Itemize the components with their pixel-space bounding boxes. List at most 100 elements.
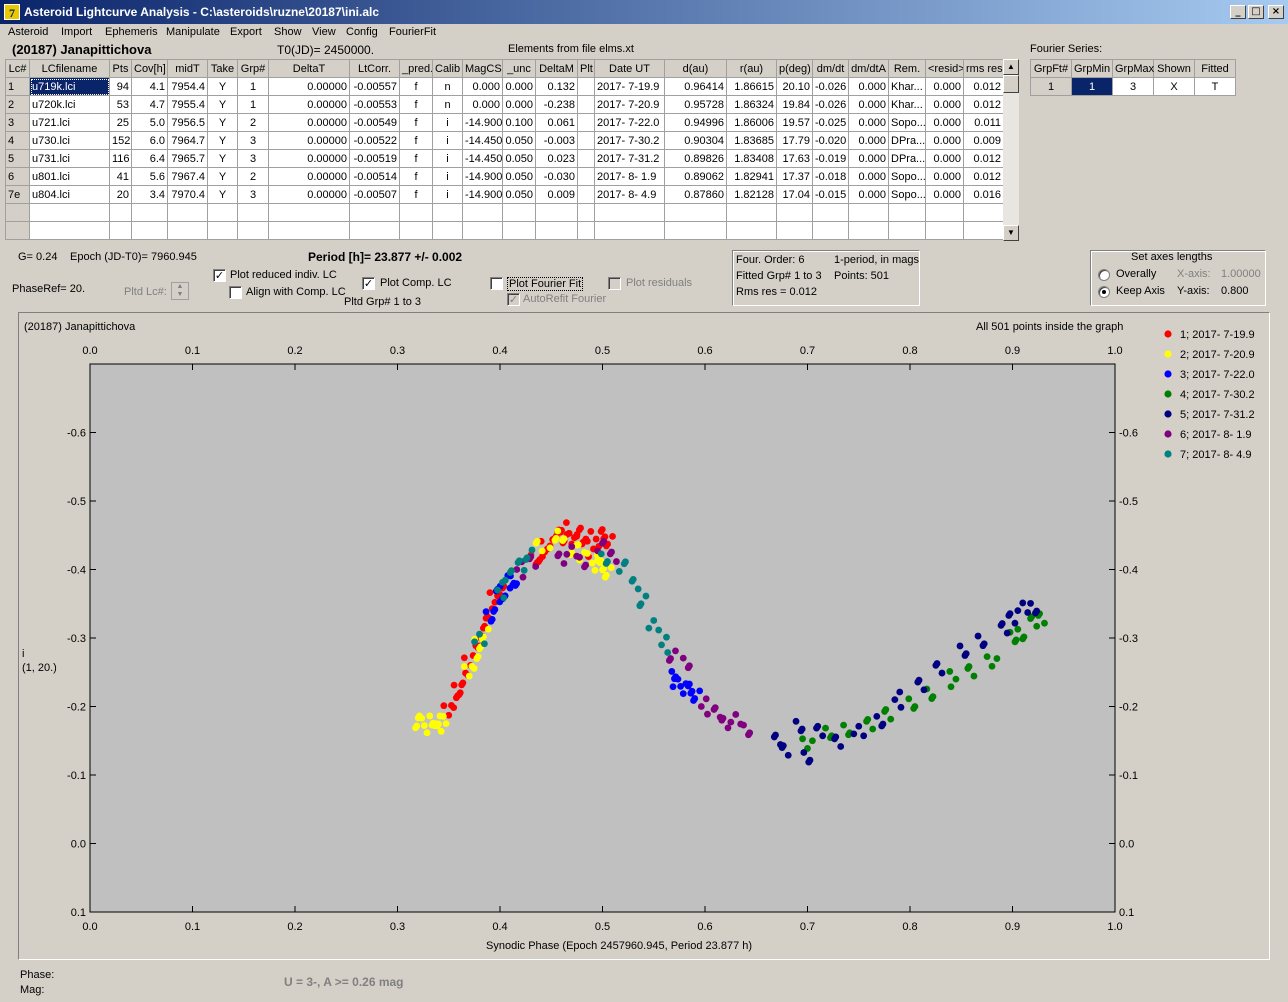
table-cell[interactable]: 0.000 — [848, 113, 889, 132]
table-cell[interactable]: 0.00000 — [268, 167, 350, 186]
table-cell[interactable] — [577, 131, 595, 150]
table-cell[interactable]: 0.016 — [963, 185, 1004, 204]
table-cell[interactable]: u804.lci — [29, 185, 110, 204]
table-cell[interactable]: -0.026 — [812, 95, 849, 114]
column-header[interactable]: LCfilename — [29, 59, 110, 78]
column-header[interactable]: LtCorr. — [349, 59, 400, 78]
table-cell[interactable]: 0.132 — [535, 77, 578, 96]
table-cell[interactable] — [812, 221, 849, 240]
x-axis-value[interactable]: 1.00000 — [1221, 268, 1261, 280]
table-cell[interactable]: 94 — [109, 77, 132, 96]
column-header[interactable]: r(au) — [726, 59, 777, 78]
table-cell[interactable]: DPra... — [888, 149, 926, 168]
fourier-cell[interactable]: 1 — [1030, 77, 1072, 96]
table-cell[interactable]: 0.011 — [963, 113, 1004, 132]
fourier-cell[interactable]: X — [1153, 77, 1195, 96]
table-cell[interactable]: 0.000 — [462, 77, 503, 96]
menu-manipulate[interactable]: Manipulate — [166, 26, 220, 38]
table-cell[interactable] — [726, 221, 777, 240]
scroll-up-icon[interactable]: ▲ — [1003, 59, 1019, 75]
row-header-cell[interactable]: 2 — [5, 95, 30, 114]
table-cell[interactable] — [131, 221, 168, 240]
table-cell[interactable] — [268, 221, 350, 240]
table-cell[interactable] — [888, 203, 926, 222]
table-cell[interactable]: -0.00549 — [349, 113, 400, 132]
column-header[interactable]: _unc — [502, 59, 536, 78]
table-cell[interactable]: 3 — [237, 185, 269, 204]
menu-view[interactable]: View — [312, 26, 336, 38]
table-cell[interactable]: 6.4 — [131, 149, 168, 168]
table-cell[interactable] — [207, 221, 238, 240]
table-cell[interactable]: Y — [207, 95, 238, 114]
table-cell[interactable] — [237, 221, 269, 240]
table-cell[interactable]: 2017- 7-22.0 — [594, 113, 665, 132]
table-cell[interactable]: n — [432, 95, 463, 114]
table-cell[interactable]: 2017- 7-19.9 — [594, 77, 665, 96]
table-cell[interactable]: 0.000 — [848, 167, 889, 186]
column-header[interactable]: Plt — [577, 59, 595, 78]
table-cell[interactable] — [502, 221, 536, 240]
column-header[interactable]: dm/dt — [812, 59, 849, 78]
table-cell[interactable]: -0.00519 — [349, 149, 400, 168]
table-cell[interactable]: 1 — [237, 95, 269, 114]
table-cell[interactable]: 0.000 — [925, 149, 964, 168]
table-cell[interactable]: 17.79 — [776, 131, 813, 150]
table-cell[interactable] — [594, 221, 665, 240]
row-header-cell[interactable]: 5 — [5, 149, 30, 168]
column-header[interactable]: Lc# — [5, 59, 30, 78]
table-cell[interactable] — [131, 203, 168, 222]
table-cell[interactable]: 0.012 — [963, 149, 1004, 168]
table-cell[interactable]: Y — [207, 131, 238, 150]
table-cell[interactable] — [29, 203, 110, 222]
table-cell[interactable]: Khar... — [888, 77, 926, 96]
table-cell[interactable]: 2017- 7-20.9 — [594, 95, 665, 114]
table-cell[interactable]: f — [399, 113, 433, 132]
table-cell[interactable]: 0.012 — [963, 167, 1004, 186]
table-cell[interactable] — [577, 221, 595, 240]
table-cell[interactable] — [577, 95, 595, 114]
table-cell[interactable]: u721.lci — [29, 113, 110, 132]
table-cell[interactable]: f — [399, 95, 433, 114]
table-cell[interactable]: Khar... — [888, 95, 926, 114]
table-cell[interactable]: 1.82128 — [726, 185, 777, 204]
table-cell[interactable]: 0.100 — [502, 113, 536, 132]
table-cell[interactable] — [812, 203, 849, 222]
fourier-row[interactable]: 113XT — [1030, 77, 1236, 96]
table-cell[interactable]: 2 — [237, 167, 269, 186]
table-cell[interactable]: 0.00000 — [268, 131, 350, 150]
keep-axis-radio[interactable] — [1098, 286, 1110, 298]
table-cell[interactable]: 25 — [109, 113, 132, 132]
table-cell[interactable] — [963, 221, 1004, 240]
table-cell[interactable]: Sopo... — [888, 185, 926, 204]
plot-comp-checkbox[interactable]: ✓ — [362, 277, 375, 290]
table-cell[interactable]: 7964.7 — [167, 131, 208, 150]
table-cell[interactable] — [577, 113, 595, 132]
table-cell[interactable] — [207, 203, 238, 222]
table-cell[interactable]: 3 — [237, 149, 269, 168]
table-cell[interactable]: -14.450 — [462, 149, 503, 168]
table-cell[interactable]: DPra... — [888, 131, 926, 150]
table-cell[interactable]: -0.015 — [812, 185, 849, 204]
row-header-cell[interactable]: 3 — [5, 113, 30, 132]
table-cell[interactable]: 0.023 — [535, 149, 578, 168]
menu-export[interactable]: Export — [230, 26, 262, 38]
table-cell[interactable]: 2017- 8- 4.9 — [594, 185, 665, 204]
table-cell[interactable]: f — [399, 167, 433, 186]
table-cell[interactable]: -0.026 — [812, 77, 849, 96]
table-row[interactable]: 2 u720k.lci 53 4.7 7955.4 Y 1 0.00000 -0.00553 f n… — [5, 95, 1004, 114]
table-cell[interactable]: 1.83685 — [726, 131, 777, 150]
table-cell[interactable] — [349, 221, 400, 240]
table-cell[interactable] — [664, 221, 727, 240]
table-cell[interactable]: u720k.lci — [29, 95, 110, 114]
table-cell[interactable]: -0.025 — [812, 113, 849, 132]
column-header[interactable]: d(au) — [664, 59, 727, 78]
table-cell[interactable] — [888, 221, 926, 240]
align-comp-checkbox[interactable] — [229, 286, 242, 299]
minimize-button[interactable]: _ — [1230, 5, 1246, 19]
table-cell[interactable] — [577, 167, 595, 186]
table-cell[interactable]: -0.00553 — [349, 95, 400, 114]
table-cell[interactable]: 0.90304 — [664, 131, 727, 150]
table-cell[interactable]: 0.000 — [848, 95, 889, 114]
table-cell[interactable]: 19.57 — [776, 113, 813, 132]
table-cell[interactable] — [577, 77, 595, 96]
